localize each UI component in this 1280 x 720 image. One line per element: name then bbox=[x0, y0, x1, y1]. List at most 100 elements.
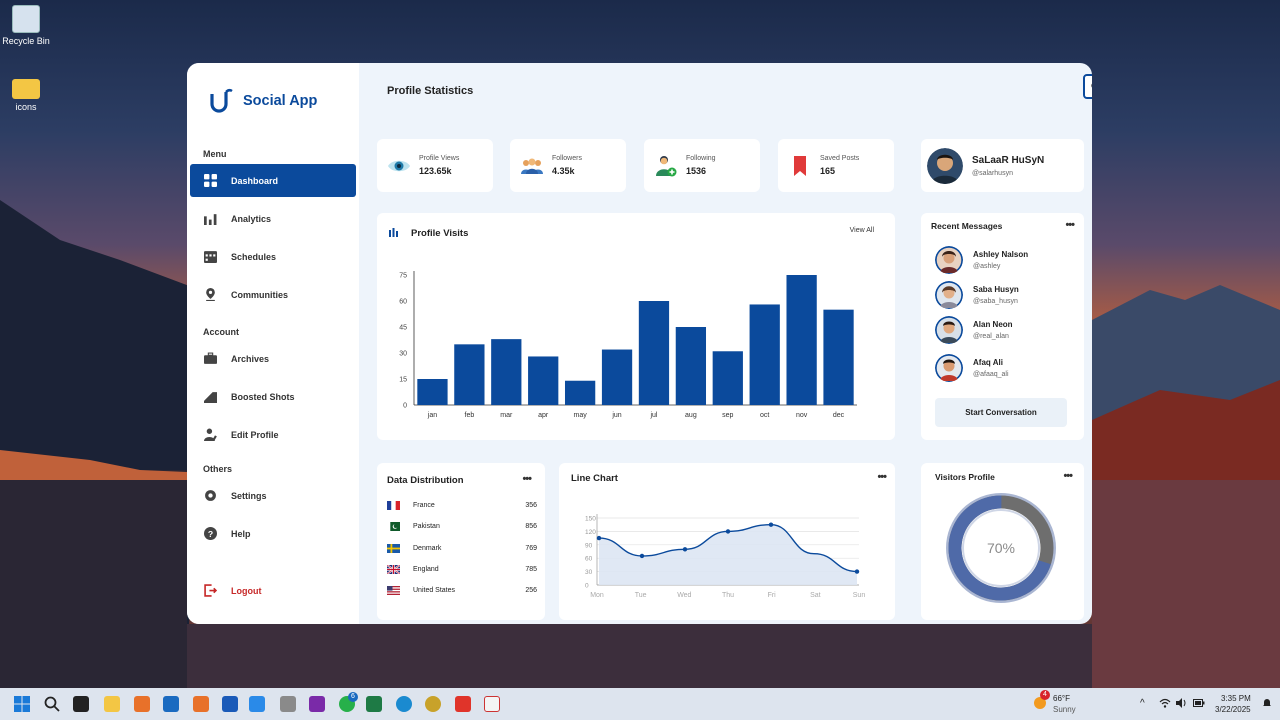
country-value: 356 bbox=[525, 502, 537, 509]
vscode-icon[interactable] bbox=[249, 696, 265, 712]
sidebar-item-schedules[interactable]: Schedules bbox=[190, 240, 356, 273]
taskbar-search-icon[interactable] bbox=[44, 696, 60, 712]
country-value: 856 bbox=[525, 523, 537, 530]
x-tick-label: nov bbox=[796, 412, 808, 419]
stat-label: Saved Posts bbox=[820, 155, 860, 162]
anydesk-icon[interactable] bbox=[455, 696, 471, 712]
x-tick-label: oct bbox=[760, 412, 769, 419]
y-tick-label: 0 bbox=[585, 583, 589, 590]
y-tick-label: 90 bbox=[585, 542, 593, 549]
message-item[interactable]: Alan Neon @real_alan bbox=[935, 316, 1013, 344]
wifi-icon[interactable] bbox=[1159, 698, 1171, 708]
sidebar-item-settings[interactable]: Settings bbox=[190, 479, 356, 512]
search-box[interactable] bbox=[1083, 74, 1092, 99]
bar bbox=[823, 309, 854, 405]
x-tick-label: Mon bbox=[590, 592, 604, 599]
sweden-flag-icon bbox=[387, 544, 400, 553]
data-point bbox=[854, 569, 860, 574]
bar bbox=[675, 327, 707, 405]
excel-icon[interactable] bbox=[366, 696, 382, 712]
message-sender-name: Saba Husyn bbox=[973, 285, 1019, 294]
y-tick-label: 0 bbox=[403, 403, 407, 410]
bar bbox=[417, 379, 448, 405]
profile-card[interactable]: SaLaaR HuSyN @salarhusyn bbox=[921, 139, 1084, 192]
message-sender-handle: @afaaq_ali bbox=[973, 371, 1009, 378]
location-pin-icon bbox=[206, 288, 215, 301]
more-options-icon[interactable]: ••• bbox=[522, 473, 532, 485]
stat-label: Profile Views bbox=[419, 155, 460, 162]
phpstorm-icon[interactable] bbox=[309, 696, 325, 712]
desktop-icon-folder[interactable]: icons bbox=[0, 75, 56, 112]
file-explorer-icon[interactable] bbox=[104, 696, 120, 712]
sidebar-item-archives[interactable]: Archives bbox=[190, 342, 356, 375]
message-sender-name: Afaq Ali bbox=[973, 358, 1003, 367]
main-content: Profile Statistics Profile Views 123.65k … bbox=[359, 63, 1092, 624]
desktop-icon-recycle-bin[interactable]: Recycle Bin bbox=[0, 5, 56, 46]
x-tick-label: mar bbox=[500, 412, 513, 419]
bar bbox=[786, 275, 817, 405]
database-icon[interactable] bbox=[280, 696, 296, 712]
start-conversation-button[interactable]: Start Conversation bbox=[935, 398, 1067, 427]
avatar bbox=[935, 316, 963, 344]
stat-value: 1536 bbox=[686, 166, 707, 176]
windows-start-icon[interactable] bbox=[14, 696, 30, 712]
task-view-icon[interactable] bbox=[73, 696, 89, 712]
sidebar-item-edit-profile[interactable]: Edit Profile bbox=[190, 418, 356, 451]
bar bbox=[491, 339, 522, 405]
app-icon[interactable] bbox=[425, 696, 441, 712]
y-tick-label: 15 bbox=[399, 377, 407, 384]
sidebar-item-dashboard[interactable]: Dashboard bbox=[190, 164, 356, 197]
menu-section-title: Menu bbox=[203, 149, 227, 159]
x-tick-label: jun bbox=[611, 412, 621, 419]
distribution-row: England 785 bbox=[387, 565, 537, 574]
bar bbox=[638, 301, 670, 405]
logout-icon bbox=[204, 584, 217, 597]
outlook-icon[interactable] bbox=[222, 696, 238, 712]
active-app-icon[interactable] bbox=[484, 696, 500, 712]
notification-bell-icon[interactable] bbox=[1262, 698, 1272, 708]
country-value: 785 bbox=[525, 566, 537, 573]
avatar bbox=[927, 147, 963, 184]
distribution-row: Denmark 769 bbox=[387, 544, 537, 553]
account-section-title: Account bbox=[203, 327, 239, 337]
country-value: 769 bbox=[525, 545, 537, 552]
logo[interactable]: Social App bbox=[209, 88, 317, 114]
profile-handle: @salarhusyn bbox=[972, 169, 1013, 177]
weather-badge: 4 bbox=[1040, 690, 1050, 700]
clock-time[interactable]: 3:35 PM bbox=[1221, 694, 1251, 703]
battery-icon[interactable] bbox=[1193, 698, 1205, 708]
app-name: Social App bbox=[243, 93, 318, 109]
xampp-icon[interactable] bbox=[193, 696, 209, 712]
clock-date[interactable]: 3/22/2025 bbox=[1215, 705, 1251, 714]
country-name: United States bbox=[413, 587, 456, 594]
store-icon[interactable] bbox=[163, 696, 179, 712]
bar bbox=[749, 304, 780, 405]
edge-icon[interactable] bbox=[396, 696, 412, 712]
sidebar-item-boosted-shots[interactable]: Boosted Shots bbox=[190, 380, 356, 413]
country-name: Denmark bbox=[413, 545, 442, 552]
stat-value: 123.65k bbox=[419, 166, 452, 176]
message-item[interactable]: Ashley Nalson @ashley bbox=[935, 246, 1028, 274]
message-item[interactable]: Saba Husyn @saba_husyn bbox=[935, 281, 1019, 309]
recent-messages-title: Recent Messages bbox=[931, 221, 1003, 231]
xampp-icon[interactable] bbox=[134, 696, 150, 712]
avatar bbox=[935, 354, 963, 382]
volume-icon[interactable] bbox=[1176, 698, 1188, 708]
chevron-up-icon[interactable]: ^ bbox=[1140, 698, 1145, 709]
sidebar-item-communities[interactable]: Communities bbox=[190, 278, 356, 311]
analytics-icon bbox=[204, 214, 217, 225]
sidebar-item-help[interactable]: ? Help bbox=[190, 517, 356, 550]
user-edit-icon bbox=[204, 428, 217, 441]
more-options-icon[interactable]: ••• bbox=[1065, 219, 1075, 231]
recent-messages-card: Recent Messages ••• Ashley Nalson @ashley… bbox=[921, 213, 1084, 440]
x-tick-label: jul bbox=[649, 412, 657, 419]
profile-visits-card: Profile Visits View All 0 15 30 45 60 75 jan fe… bbox=[377, 213, 895, 440]
message-item[interactable]: Afaq Ali @afaaq_ali bbox=[935, 354, 1009, 382]
logout-button[interactable]: Logout bbox=[190, 574, 356, 607]
more-options-icon[interactable]: ••• bbox=[1063, 470, 1073, 482]
france-flag-icon bbox=[387, 501, 400, 510]
whatsapp-badge: 6 bbox=[348, 692, 358, 702]
sidebar-item-analytics[interactable]: Analytics bbox=[190, 202, 356, 235]
bar bbox=[564, 380, 596, 405]
grid-icon bbox=[204, 174, 217, 187]
